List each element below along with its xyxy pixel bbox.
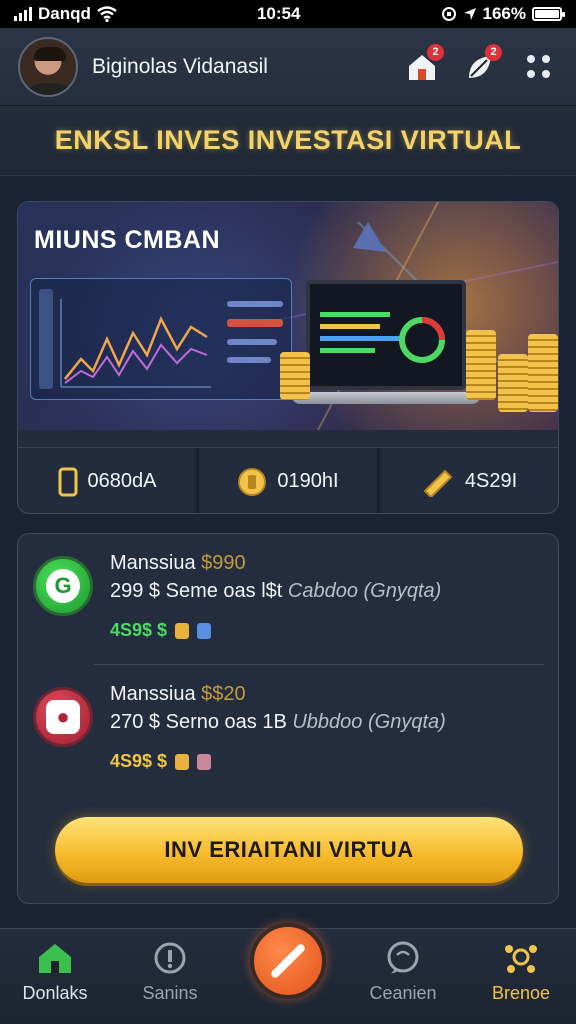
stat-value: 4S29I	[464, 470, 518, 492]
user-name: Biginolas Vidanasil	[92, 54, 268, 78]
coin-stack-graphic	[528, 334, 558, 412]
signal-icon	[14, 7, 32, 21]
avatar[interactable]	[18, 36, 78, 97]
transaction-title: Manssiua $990	[110, 552, 246, 574]
transaction-meta: 4S9$ $	[110, 751, 212, 772]
menu-button[interactable]	[518, 47, 558, 87]
coin-stack-graphic	[498, 354, 528, 412]
transaction-category: Cabdoo (Gnyqta)	[287, 580, 442, 602]
nav-label: Ceanien	[369, 983, 437, 1003]
stat-phone[interactable]: 0680dA	[18, 448, 199, 513]
list-item[interactable]: ● Manssiua $$20 270 $ Serno oas 1B Ubbdo…	[18, 665, 558, 790]
stat-value: 0680dA	[87, 470, 157, 492]
pencil-icon	[269, 942, 307, 980]
lock-rotation-icon	[441, 7, 456, 21]
page-title: ENKSL INVES INVESTASI VIRTUAL	[54, 125, 522, 155]
bar-chart-graphic	[320, 312, 445, 363]
line-chart-graphic	[39, 289, 283, 389]
location-icon	[463, 8, 476, 20]
wifi-icon	[97, 6, 117, 22]
battery-icon	[531, 7, 565, 21]
status-bar: Danqd 10:54 166%	[0, 0, 576, 28]
g-coin-icon: G	[33, 556, 93, 616]
crystal-shape	[353, 222, 386, 252]
hero-illustration: MIUNS CMBAN	[18, 202, 558, 430]
laptop-base-graphic	[292, 392, 480, 404]
transaction-amount: $$20	[201, 683, 246, 705]
nav-item-home[interactable]: Donlaks	[0, 941, 110, 1017]
hero-title: MIUNS CMBAN	[34, 226, 221, 254]
phone-icon	[58, 467, 78, 496]
bag-icon: ●	[33, 687, 93, 747]
document-icon	[197, 753, 212, 770]
invest-virtual-button[interactable]: INV ERIAITANI VIRTUA	[55, 817, 523, 883]
document-icon	[197, 622, 212, 639]
grid-menu-icon	[526, 55, 550, 78]
transactions-card: G Manssiua $990 299 $ Seme oas l$t Cabdo…	[17, 533, 559, 904]
gold-bar-icon	[423, 469, 453, 497]
battery-percent: 166%	[482, 4, 526, 23]
create-fab-button[interactable]	[250, 923, 326, 999]
coin-icon	[238, 467, 267, 496]
nav-item-chat[interactable]: Ceanien	[348, 941, 458, 1017]
network-icon	[505, 945, 537, 973]
stat-value: 0190hI	[277, 470, 339, 492]
status-time: 10:54	[256, 4, 301, 23]
stat-gold[interactable]: 4S29I	[380, 448, 558, 513]
home-icon	[39, 944, 71, 973]
carrier-name: Danqd	[38, 4, 91, 23]
hero-card[interactable]: MIUNS CMBAN 0680dA 0190hI 4S29I	[17, 201, 559, 514]
title-banner: ENKSL INVES INVESTASI VIRTUAL	[0, 106, 576, 176]
app-header: Biginolas Vidanasil 2 2	[0, 28, 576, 106]
transaction-description: 299 $ Seme oas l$t Cabdoo (Gnyqta)	[110, 580, 442, 602]
transaction-value: 4S9$ $	[110, 620, 168, 640]
info-icon	[154, 942, 186, 974]
nav-item-network[interactable]: Brenoe	[466, 941, 576, 1017]
nav-label: Donlaks	[22, 983, 88, 1003]
transaction-description: 270 $ Serno oas 1B Ubbdoo (Gnyqta)	[110, 711, 446, 733]
list-item[interactable]: G Manssiua $990 299 $ Seme oas l$t Cabdo…	[18, 534, 558, 659]
transaction-meta: 4S9$ $	[110, 620, 212, 641]
stat-coin[interactable]: 0190hI	[199, 448, 380, 513]
chat-icon	[387, 941, 419, 974]
nav-label: Sanins	[142, 983, 198, 1003]
alerts-button[interactable]: 2	[460, 43, 502, 87]
nav-item-info[interactable]: Sanins	[115, 941, 225, 1017]
transaction-value: 4S9$ $	[110, 751, 168, 771]
transaction-category: Ubbdoo (Gnyqta)	[292, 711, 446, 733]
coin-stack-graphic	[280, 352, 310, 400]
transaction-amount: $990	[201, 552, 246, 574]
nav-label: Brenoe	[491, 983, 551, 1003]
notification-badge: 2	[427, 43, 444, 61]
dashboard-panel-graphic	[30, 278, 292, 400]
trophy-icon	[175, 753, 190, 770]
laptop-graphic	[306, 280, 466, 390]
trophy-icon	[175, 622, 190, 639]
stats-row: 0680dA 0190hI 4S29I	[18, 447, 558, 513]
home-notifications-button[interactable]: 2	[402, 43, 444, 87]
bottom-nav: Donlaks Sanins Ceanien Brenoe	[0, 923, 576, 1024]
transaction-title: Manssiua $$20	[110, 683, 246, 705]
notification-badge: 2	[485, 43, 502, 61]
coin-stack-graphic	[466, 330, 496, 400]
